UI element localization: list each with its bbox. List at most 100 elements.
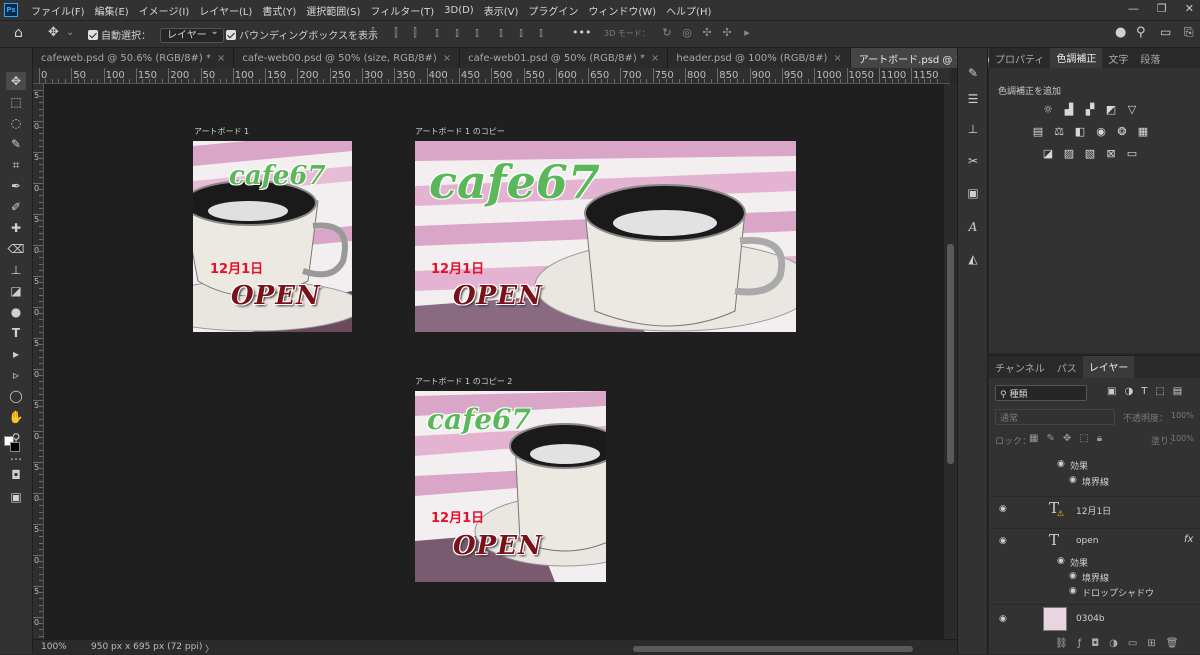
photo-filter-icon[interactable]: ◉	[1094, 124, 1108, 138]
tab-paths[interactable]: パス	[1051, 356, 1083, 378]
align-center-h-icon[interactable]: ⫿	[389, 26, 403, 40]
menu-select[interactable]: 選択範囲(S)	[301, 3, 365, 18]
posterize-icon[interactable]: ▨	[1062, 146, 1076, 160]
more-options-button[interactable]: •••	[572, 26, 591, 39]
exposure-icon[interactable]: ◩	[1104, 102, 1118, 116]
curves-icon[interactable]: ▞	[1083, 102, 1097, 116]
close-tab-icon[interactable]: ×	[217, 53, 225, 64]
search-icon[interactable]: ⚲	[1136, 25, 1146, 40]
distribute-top-icon[interactable]: ⫾	[494, 26, 508, 40]
menu-edit[interactable]: 編集(E)	[90, 3, 134, 18]
hand-tool-icon[interactable]: ✋	[6, 408, 26, 426]
bbox-checkbox[interactable]: バウンディングボックスを表示	[226, 27, 378, 42]
new-adjustment-icon[interactable]: ◑	[1109, 638, 1118, 649]
scroll-thumb[interactable]	[947, 244, 954, 464]
menu-file[interactable]: ファイル(F)	[26, 3, 90, 18]
tab-header[interactable]: header.psd @ 100% (RGB/8#) ×	[668, 48, 851, 68]
path-select-tool-icon[interactable]: ▸	[6, 345, 26, 363]
type-filter-icon[interactable]: T	[1141, 386, 1147, 397]
lasso-tool-icon[interactable]: ◌	[6, 114, 26, 132]
menu-image[interactable]: イメージ(I)	[134, 3, 195, 18]
effect-eye-icon[interactable]: ◉	[1057, 556, 1065, 566]
tab-layers[interactable]: レイヤー	[1082, 356, 1135, 378]
close-tab-icon[interactable]: ×	[651, 53, 659, 64]
pixel-filter-icon[interactable]: ▣	[1107, 386, 1116, 397]
layer-row[interactable]: ◉ T open fx	[989, 528, 1200, 556]
ellipse-tool-icon[interactable]: ◯	[6, 387, 26, 405]
brush-settings-icon[interactable]: ✎	[964, 64, 982, 82]
threshold-icon[interactable]: ▧	[1083, 146, 1097, 160]
auto-select-checkbox[interactable]: 自動選択：	[88, 27, 151, 42]
eraser-tool-icon[interactable]: ⌫	[6, 240, 26, 258]
channel-mixer-icon[interactable]: ❂	[1115, 124, 1129, 138]
new-layer-icon[interactable]: ⊞	[1147, 638, 1155, 649]
visibility-eye-icon[interactable]: ◉	[999, 536, 1007, 546]
link-layers-icon[interactable]: ⛓	[1055, 638, 1068, 649]
new-group-icon[interactable]: ▭	[1128, 638, 1137, 649]
align-middle-icon[interactable]: ⫾	[450, 26, 464, 40]
artboard-1-copy-2[interactable]: cafe67 12月1日 OPEN	[415, 391, 606, 582]
workspace-icon[interactable]: ▭	[1160, 25, 1171, 39]
align-right-icon[interactable]: ⫿	[408, 26, 422, 40]
auto-select-dropdown[interactable]: レイヤー	[160, 28, 224, 43]
add-mask-icon[interactable]: ◘	[1091, 638, 1099, 649]
shape-filter-icon[interactable]: ⬚	[1155, 386, 1164, 397]
character-icon[interactable]: A	[964, 218, 982, 236]
minimize-button[interactable]: —	[1128, 2, 1139, 15]
adjust-filter-icon[interactable]: ◑	[1124, 386, 1133, 397]
home-icon[interactable]: ⌂	[14, 25, 23, 41]
levels-icon[interactable]: ▟	[1062, 102, 1076, 116]
tool-preset-arrow-icon[interactable]: ⌄	[66, 27, 74, 38]
layer-row[interactable]: ◉ T ⚠ 12月1日	[989, 496, 1200, 524]
blend-mode-dropdown[interactable]: 通常	[995, 409, 1115, 425]
screen-mode-icon[interactable]: ▣	[6, 488, 26, 506]
brush-tool-icon[interactable]: ✐	[6, 198, 26, 216]
scroll-thumb[interactable]	[633, 646, 913, 652]
zoom-level[interactable]: 100%	[41, 642, 67, 652]
hue-saturation-icon[interactable]: ▤	[1031, 124, 1045, 138]
eyedropper-tool-icon[interactable]: ✒	[6, 177, 26, 195]
menu-view[interactable]: 表示(V)	[479, 3, 524, 18]
artboard-1[interactable]: cafe67 12月1日 OPEN	[193, 141, 352, 332]
smart-filter-icon[interactable]: ▤	[1173, 386, 1182, 397]
marquee-tool-icon[interactable]: ⬚	[6, 93, 26, 111]
opacity-value[interactable]: 100%	[1171, 411, 1194, 420]
gradient-map-icon[interactable]: ▭	[1125, 146, 1139, 160]
menu-layer[interactable]: レイヤー(L)	[194, 3, 257, 18]
add-style-icon[interactable]: ƒ	[1078, 638, 1082, 649]
artboard-label[interactable]: アートボード 1 のコピー	[415, 126, 505, 137]
canvas-area[interactable]: アートボード 1 cafe67 12月1日 OPEN アートボード 1 のコピー	[44, 84, 944, 639]
stamp-tool-icon[interactable]: ⊥	[6, 261, 26, 279]
distribute-middle-icon[interactable]: ⫾	[514, 26, 528, 40]
artboard-1-copy[interactable]: cafe67 12月1日 OPEN	[415, 141, 796, 332]
lock-transparent-icon[interactable]: ▦	[1029, 433, 1038, 444]
artboard-label[interactable]: アートボード 1	[194, 126, 249, 137]
quick-select-tool-icon[interactable]: ✎	[6, 135, 26, 153]
history-icon[interactable]: ◭	[964, 250, 982, 268]
color-lookup-icon[interactable]: ▦	[1136, 124, 1150, 138]
close-tab-icon[interactable]: ×	[443, 53, 451, 64]
menu-type[interactable]: 書式(Y)	[257, 3, 301, 18]
fx-icon[interactable]: fx	[1184, 534, 1193, 545]
align-bottom-icon[interactable]: ⫾	[470, 26, 484, 40]
align-top-icon[interactable]: ⫾	[430, 26, 444, 40]
tab-cafeweb[interactable]: cafeweb.psd @ 50.6% (RGB/8#) * ×	[33, 48, 235, 68]
dodge-tool-icon[interactable]: ●	[6, 303, 26, 321]
healing-tool-icon[interactable]: ✚	[6, 219, 26, 237]
layer-row[interactable]: ◉ 0304b	[989, 604, 1200, 634]
3d-rotate-icon[interactable]: ↻	[660, 26, 674, 40]
tab-paragraph[interactable]: 段落	[1134, 48, 1166, 68]
move-tool-icon[interactable]: ✥	[6, 72, 26, 90]
effect-eye-icon[interactable]: ◉	[1069, 475, 1077, 485]
tab-cafe-web01[interactable]: cafe-web01.psd @ 50% (RGB/8#) * ×	[460, 48, 669, 68]
distribute-bottom-icon[interactable]: ⫾	[534, 26, 548, 40]
quick-mask-icon[interactable]: ◘	[6, 466, 26, 484]
share-icon[interactable]: ●	[1115, 25, 1126, 40]
menu-filter[interactable]: フィルター(T)	[365, 3, 439, 18]
fill-value[interactable]: 100%	[1171, 434, 1194, 443]
status-menu-arrow[interactable]: 〉	[205, 642, 214, 655]
lock-position-icon[interactable]: ✥	[1063, 433, 1071, 444]
layer-filter-dropdown[interactable]: ⚲ 種類	[995, 385, 1087, 401]
align-left-icon[interactable]: ⫿	[366, 26, 380, 40]
invert-icon[interactable]: ◪	[1041, 146, 1055, 160]
